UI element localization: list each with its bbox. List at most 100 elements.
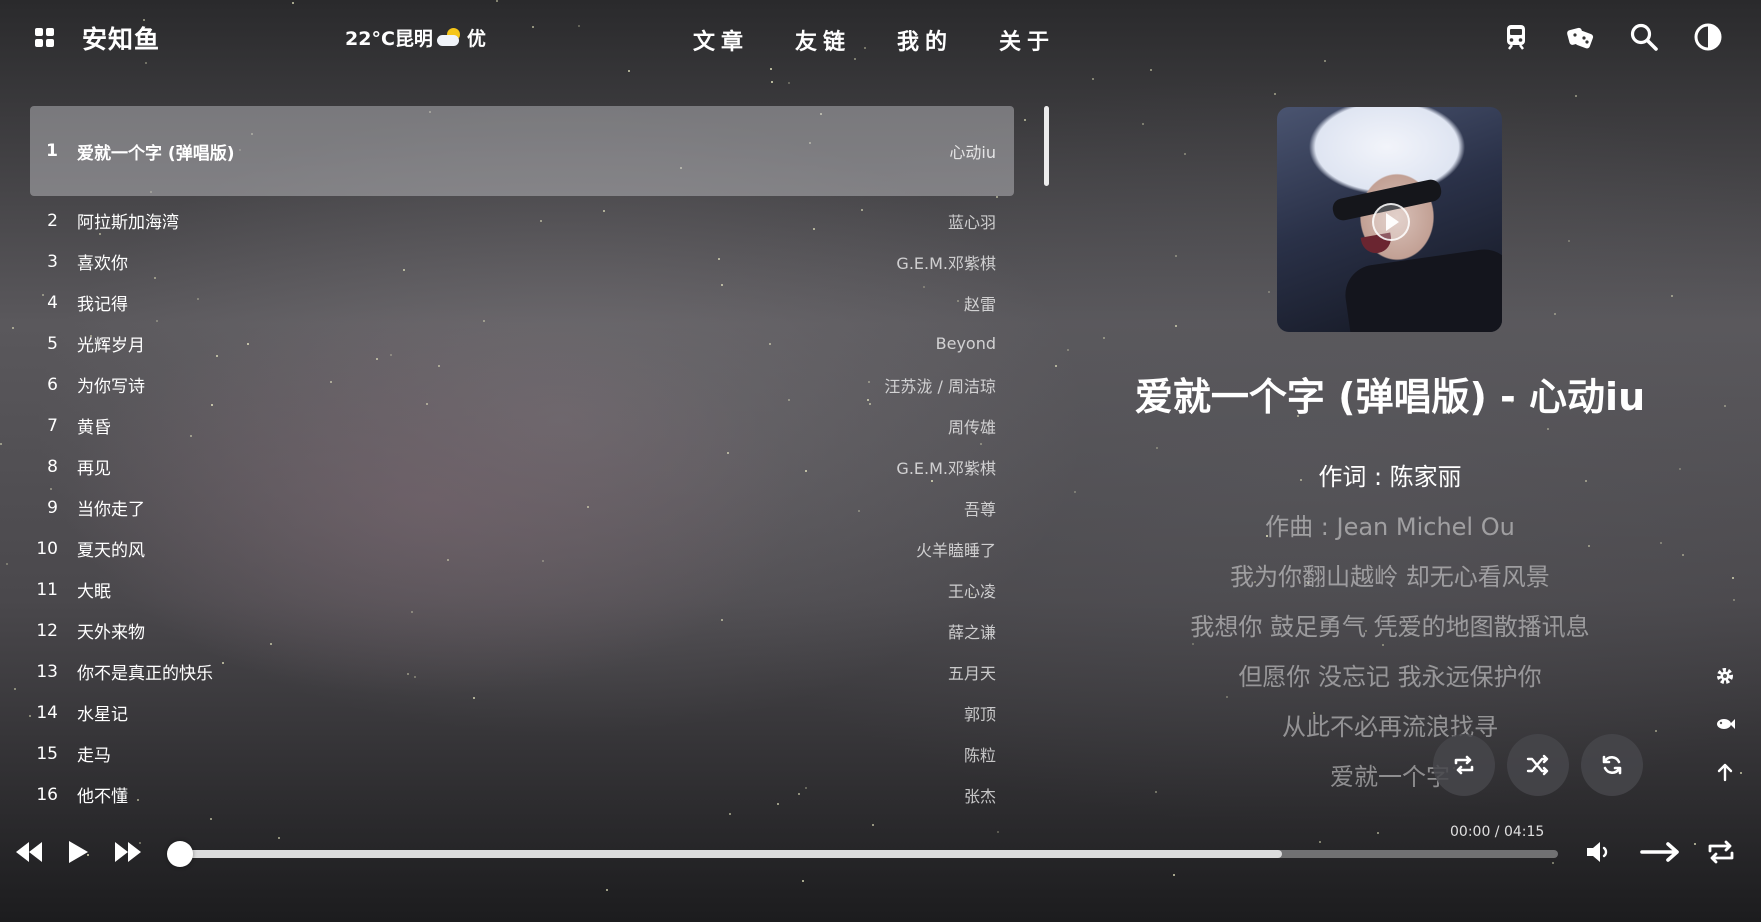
playlist-item[interactable]: 13 你不是真正的快乐 五月天: [30, 651, 1014, 692]
shuffle-button[interactable]: [1507, 734, 1569, 796]
playlist-item[interactable]: 8 再见 G.E.M.邓紫棋: [30, 446, 1014, 487]
song-title: 大眠: [77, 582, 111, 602]
player-bar: 00:00 / 04:15: [0, 820, 1761, 890]
repeat-mode-button[interactable]: [1433, 734, 1495, 796]
refresh-button[interactable]: [1581, 734, 1643, 796]
playlist-item[interactable]: 10 夏天的风 火羊瞌睡了: [30, 528, 1014, 569]
play-overlay-icon[interactable]: [1372, 203, 1410, 241]
song-index: 15: [36, 743, 58, 764]
next-track-icon[interactable]: [113, 840, 143, 864]
playlist-item[interactable]: 7 黄昏 周传雄: [30, 405, 1014, 446]
song-index: 11: [36, 579, 58, 600]
song-title: 黄昏: [77, 418, 111, 438]
song-index: 10: [36, 538, 58, 559]
song-artist: 薛之谦: [947, 622, 996, 642]
progress-thumb[interactable]: [167, 841, 193, 867]
lyric-line: 作词 : 陈家丽: [1318, 463, 1462, 491]
song-title: 爱就一个字 (弹唱版): [77, 143, 235, 164]
grid-menu-icon[interactable]: [35, 28, 55, 48]
nav-item-links[interactable]: 友链: [795, 24, 851, 56]
playlist-item[interactable]: 11 大眠 王心凌: [30, 569, 1014, 610]
song-index: 14: [36, 702, 58, 723]
song-title: 当你走了: [77, 500, 145, 520]
header-toolbar: [1501, 22, 1723, 52]
side-toolbar: [1706, 652, 1744, 796]
dice-icon[interactable]: [1565, 22, 1595, 52]
song-artist: 五月天: [947, 663, 996, 683]
playlist-item[interactable]: 14 水星记 郭顶: [30, 692, 1014, 733]
playlist-item[interactable]: 3 喜欢你 G.E.M.邓紫棋: [30, 241, 1014, 282]
weather-temp-city: 22°C昆明: [345, 28, 433, 50]
loop-icon[interactable]: [1706, 838, 1736, 866]
playlist-item[interactable]: 9 当你走了 吾尊: [30, 487, 1014, 528]
song-artist: 张杰: [963, 786, 996, 806]
song-title: 水星记: [77, 705, 128, 725]
playlist-item[interactable]: 5 光辉岁月 Beyond: [30, 323, 1014, 364]
refresh-icon: [1602, 755, 1622, 775]
air-quality: 优: [466, 28, 486, 50]
album-cover[interactable]: [1277, 107, 1502, 332]
song-artist: 汪苏泷 / 周洁琼: [884, 376, 996, 396]
song-index: 7: [47, 415, 58, 436]
back-to-top-icon[interactable]: [1706, 748, 1744, 796]
song-title: 我记得: [77, 295, 128, 315]
playlist-item[interactable]: 16 他不懂 张杰: [30, 774, 1014, 807]
song-index: 4: [47, 292, 58, 313]
playlist-item[interactable]: 6 为你写诗 汪苏泷 / 周洁琼: [30, 364, 1014, 405]
repeat-icon: [1454, 755, 1474, 775]
now-playing-title: 爱就一个字 (弹唱版) - 心动iu: [1134, 375, 1646, 419]
settings-gear-icon[interactable]: [1706, 652, 1744, 700]
song-title: 光辉岁月: [77, 336, 145, 356]
song-artist: 郭顶: [963, 704, 996, 724]
play-icon[interactable]: [66, 839, 90, 865]
partly-cloudy-icon: [436, 27, 463, 48]
shuffle-icon: [1526, 754, 1549, 776]
song-artist: 火羊瞌睡了: [915, 540, 996, 560]
song-title: 你不是真正的快乐: [77, 664, 213, 684]
playlist-item-active[interactable]: 1 爱就一个字 (弹唱版) 心动iu: [30, 106, 1014, 196]
playlist: 1 爱就一个字 (弹唱版) 心动iu 2 阿拉斯加海湾 蓝心羽 3 喜欢你 G.E.M.邓紫棋 4…: [30, 106, 1014, 806]
subway-icon[interactable]: [1501, 22, 1531, 52]
progress-bar[interactable]: [167, 841, 1558, 867]
song-artist: 赵雷: [963, 294, 996, 314]
nav-item-about[interactable]: 关于: [999, 24, 1055, 56]
song-artist: G.E.M.邓紫棋: [896, 253, 996, 273]
lyric-line: 我想你 鼓足勇气 凭爱的地图散播讯息: [1190, 613, 1590, 641]
song-title: 喜欢你: [77, 254, 128, 274]
song-index: 16: [36, 784, 58, 805]
song-artist: 心动iu: [949, 143, 996, 162]
song-title: 阿拉斯加海湾: [77, 213, 179, 233]
song-index: 13: [36, 661, 58, 682]
playlist-item[interactable]: 4 我记得 赵雷: [30, 282, 1014, 323]
song-title: 天外来物: [77, 623, 145, 643]
main-nav: 文章 友链 我的 关于: [693, 24, 1055, 56]
dark-mode-icon[interactable]: [1693, 22, 1723, 52]
previous-track-icon[interactable]: [14, 840, 44, 864]
nav-item-articles[interactable]: 文章: [693, 24, 749, 56]
song-index: 2: [47, 210, 58, 231]
song-title: 他不懂: [77, 787, 128, 806]
song-index: 5: [47, 333, 58, 354]
site-title[interactable]: 安知鱼: [82, 20, 160, 56]
playlist-scrollbar[interactable]: [1044, 106, 1049, 186]
fish-icon[interactable]: [1706, 700, 1744, 748]
search-icon[interactable]: [1629, 22, 1659, 52]
volume-icon[interactable]: [1584, 838, 1614, 866]
song-title: 夏天的风: [77, 541, 145, 561]
song-index: 6: [47, 374, 58, 395]
song-artist: 吾尊: [963, 499, 996, 519]
playlist-item[interactable]: 2 阿拉斯加海湾 蓝心羽: [30, 200, 1014, 241]
playback-order-icon[interactable]: [1640, 840, 1682, 864]
song-artist: 王心凌: [947, 581, 996, 601]
song-artist: G.E.M.邓紫棋: [896, 458, 996, 478]
song-title: 为你写诗: [77, 377, 145, 397]
playlist-item[interactable]: 12 天外来物 薛之谦: [30, 610, 1014, 651]
song-index: 1: [46, 141, 58, 161]
playlist-item[interactable]: 15 走马 陈粒: [30, 733, 1014, 774]
song-index: 9: [47, 497, 58, 518]
nav-item-mine[interactable]: 我的: [897, 24, 953, 56]
song-index: 8: [47, 456, 58, 477]
song-index: 12: [36, 620, 58, 641]
song-artist: Beyond: [935, 334, 996, 353]
weather-widget: 22°C昆明 优: [345, 24, 486, 51]
